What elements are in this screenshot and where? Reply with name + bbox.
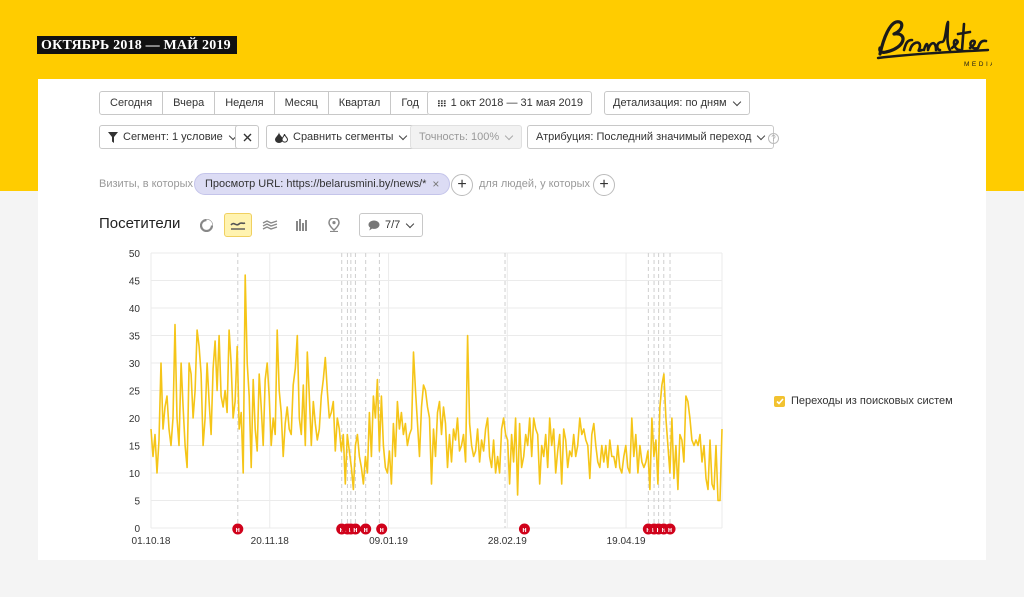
x-tick-label: 01.10.18 xyxy=(132,536,171,547)
area-chart-icon[interactable] xyxy=(256,213,284,237)
attribution-select[interactable]: Атрибуция: Последний значимый переход xyxy=(527,125,775,149)
url-condition-label: Просмотр URL: https://belarusmini.by/new… xyxy=(205,178,427,190)
period-yesterday-button[interactable]: Вчера xyxy=(163,92,216,114)
segment-button[interactable]: Сегмент: 1 условие xyxy=(99,125,246,149)
y-tick-label: 20 xyxy=(129,414,141,425)
event-marker xyxy=(232,523,244,535)
y-tick-label: 35 xyxy=(129,332,141,343)
detail-select[interactable]: Детализация: по дням xyxy=(604,91,750,115)
chart-title: Посетители xyxy=(99,215,181,232)
add-people-condition-button[interactable]: + xyxy=(593,174,615,196)
visits-label: Визиты, в которых xyxy=(99,178,193,190)
y-tick-label: 0 xyxy=(134,524,140,535)
y-tick-label: 15 xyxy=(129,442,141,453)
event-marker xyxy=(336,523,348,535)
event-marker-label: н xyxy=(345,527,349,534)
x-tick-label: 19.04.19 xyxy=(607,536,646,547)
y-tick-label: 5 xyxy=(134,497,140,508)
brandster-logo: MEDIA xyxy=(876,20,992,68)
column-chart-icon[interactable] xyxy=(288,213,316,237)
y-tick-label: 10 xyxy=(129,469,141,480)
event-marker-label: н xyxy=(340,527,344,534)
x-tick-label: 28.02.19 xyxy=(488,536,527,547)
compare-label: Сравнить сегменты xyxy=(293,131,394,143)
comment-icon xyxy=(368,220,380,230)
people-label: для людей, у которых xyxy=(479,178,590,190)
event-marker-label: н xyxy=(353,527,357,534)
period-today-button[interactable]: Сегодня xyxy=(100,92,164,114)
event-marker-label: н xyxy=(646,527,650,534)
segment-label: Сегмент: 1 условие xyxy=(123,131,223,143)
series-select[interactable]: 7/7 xyxy=(359,213,424,237)
close-icon xyxy=(243,133,251,141)
event-marker xyxy=(345,523,357,535)
event-marker xyxy=(341,523,353,535)
series-line xyxy=(150,274,723,502)
accuracy-label: Точность: 100% xyxy=(419,131,500,143)
event-marker xyxy=(648,523,660,535)
page-title: ОКТЯБРЬ 2018 — МАЙ 2019 xyxy=(37,36,237,54)
series-count: 7/7 xyxy=(385,219,401,231)
calendar-icon xyxy=(438,99,446,106)
pie-chart-icon[interactable] xyxy=(192,213,220,237)
compare-segments-button[interactable]: Сравнить сегменты xyxy=(266,125,417,149)
event-marker-label: н xyxy=(522,527,526,534)
y-tick-label: 25 xyxy=(129,387,141,398)
filter-icon xyxy=(108,131,118,143)
event-marker-label: н xyxy=(236,527,240,534)
y-tick-label: 40 xyxy=(129,304,141,315)
visitors-line-chart: 0 5 10 15 20 25 30 35 40 45 50 01.10.18 20.11.18 09.0… xyxy=(129,249,723,547)
y-tick-label: 50 xyxy=(129,249,141,260)
remove-condition-icon[interactable]: × xyxy=(432,174,439,194)
period-week-button[interactable]: Неделя xyxy=(215,92,275,114)
event-marker xyxy=(664,523,676,535)
event-marker xyxy=(518,523,530,535)
event-marker xyxy=(360,523,372,535)
event-marker-label: н xyxy=(364,527,368,534)
chevron-down-icon xyxy=(406,219,415,228)
date-range-label: 1 окт 2018 — 31 мая 2019 xyxy=(450,97,583,109)
legend-checkbox[interactable] xyxy=(774,395,785,407)
event-marker-label: н xyxy=(668,527,672,534)
period-year-button[interactable]: Год xyxy=(391,92,429,114)
accuracy-select[interactable]: Точность: 100% xyxy=(410,125,523,149)
chevron-down-icon xyxy=(399,131,408,140)
map-pin-icon[interactable] xyxy=(320,213,348,237)
detail-label: Детализация: по дням xyxy=(613,97,727,109)
event-marker xyxy=(349,523,361,535)
event-marker-label: н xyxy=(652,527,656,534)
chevron-down-icon xyxy=(732,97,741,106)
url-condition-chip[interactable]: Просмотр URL: https://belarusmini.by/new… xyxy=(194,173,451,195)
help-icon[interactable]: ? xyxy=(768,133,779,144)
event-marker xyxy=(642,523,654,535)
chevron-down-icon xyxy=(757,131,766,140)
x-tick-label: 09.01.19 xyxy=(369,536,408,547)
x-tick-label: 20.11.18 xyxy=(251,536,290,547)
line-chart-icon[interactable] xyxy=(224,213,252,237)
date-range-button[interactable]: 1 окт 2018 — 31 мая 2019 xyxy=(427,91,592,115)
metrica-report-panel: Сегодня Вчера Неделя Месяц Квартал Год 1… xyxy=(38,79,986,560)
event-marker xyxy=(376,523,388,535)
event-marker-label: н xyxy=(657,527,661,534)
event-marker-label: н xyxy=(662,527,666,534)
logo-subtitle: MEDIA xyxy=(964,61,992,68)
chevron-down-icon xyxy=(504,131,514,140)
event-marker-label: н xyxy=(349,527,353,534)
period-quarter-button[interactable]: Квартал xyxy=(329,92,392,114)
event-marker xyxy=(658,523,670,535)
period-selector: Сегодня Вчера Неделя Месяц Квартал Год xyxy=(99,91,430,115)
add-visit-condition-button[interactable]: + xyxy=(451,174,473,196)
legend-series-label: Переходы из поисковых систем xyxy=(791,395,953,407)
clear-segment-button[interactable] xyxy=(235,125,259,149)
y-tick-label: 30 xyxy=(129,359,141,370)
chart-legend: Переходы из поисковых систем xyxy=(774,395,953,407)
event-marker xyxy=(653,523,665,535)
attribution-label: Атрибуция: Последний значимый переход xyxy=(536,131,752,143)
y-tick-label: 45 xyxy=(129,277,141,288)
drops-icon xyxy=(275,131,288,143)
period-month-button[interactable]: Месяц xyxy=(275,92,329,114)
event-marker-label: н xyxy=(380,527,384,534)
